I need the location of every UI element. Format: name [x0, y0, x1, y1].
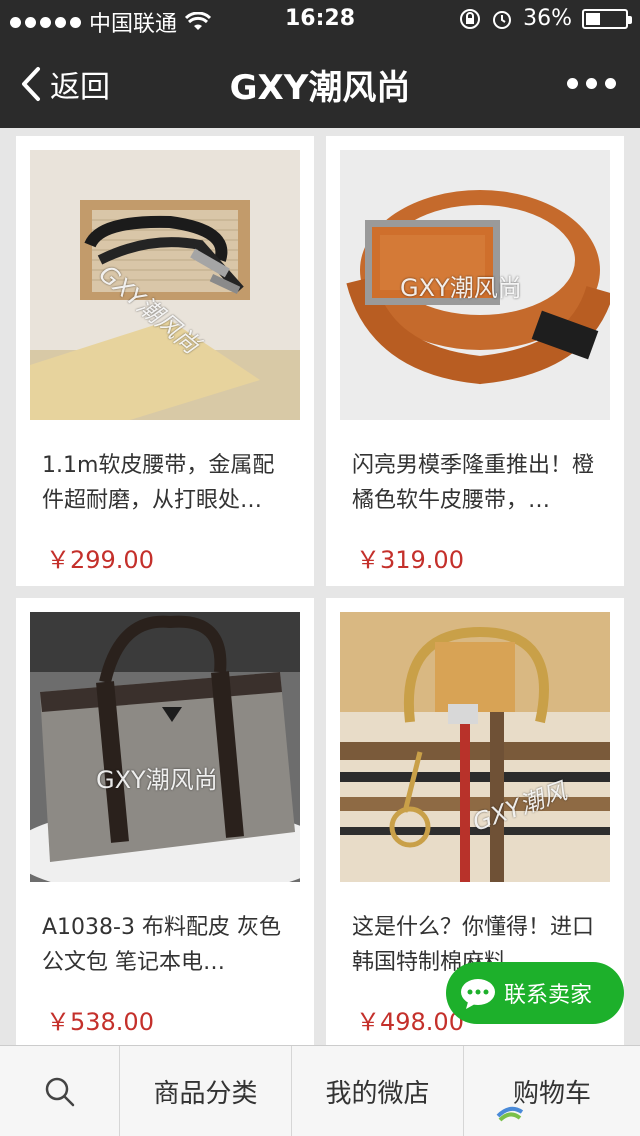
- product-grid: GXY潮风尚 1.1m软皮腰带，金属配件超耐磨，从打眼处… ￥299.00 GX…: [0, 128, 640, 1045]
- contact-seller-label: 联系卖家: [504, 983, 593, 1008]
- more-icon: [567, 78, 578, 89]
- rotation-lock-icon: [460, 8, 481, 29]
- product-image: GXY潮风尚: [340, 150, 610, 420]
- search-icon: [45, 1077, 74, 1106]
- page-title: GXY潮风尚: [229, 68, 411, 108]
- watermark: GXY潮风尚: [400, 274, 522, 302]
- bottom-nav: 商品分类 我的微店 购物车: [0, 1045, 640, 1136]
- product-price: ￥299.00: [46, 546, 154, 574]
- nav-bar: 返回 GXY潮风尚: [0, 40, 640, 128]
- battery-percent: 36%: [523, 6, 572, 31]
- tab-my-store[interactable]: 我的微店: [291, 1046, 463, 1136]
- product-card[interactable]: GXY潮风尚 1.1m软皮腰带，金属配件超耐磨，从打眼处… ￥299.00: [16, 136, 314, 586]
- chat-bubble-icon: [460, 978, 496, 1009]
- alarm-icon: [493, 10, 512, 29]
- status-bar: 中国联通 16:28 36%: [0, 0, 640, 40]
- product-image: GXY潮风尚: [30, 150, 300, 420]
- product-card[interactable]: GXY潮风尚 闪亮男模季隆重推出！橙橘色软牛皮腰带，… ￥319.00: [326, 136, 624, 586]
- tab-cart[interactable]: 购物车: [463, 1046, 640, 1136]
- battery-icon: [582, 8, 632, 29]
- product-image: GXY潮风: [340, 612, 610, 882]
- more-menu-button[interactable]: [567, 78, 616, 89]
- site-logo-watermark: [496, 1102, 524, 1124]
- logo-icon: [496, 1106, 524, 1122]
- product-price: ￥498.00: [356, 1008, 464, 1036]
- product-name: 闪亮男模季隆重推出！橙橘色软牛皮腰带，…: [352, 453, 595, 513]
- product-image: GXY潮风尚: [30, 612, 300, 882]
- product-card[interactable]: GXY潮风尚 A1038-3 布料配皮 灰色 公文包 笔记本电… ￥538.00: [16, 598, 314, 1045]
- tab-search[interactable]: [0, 1046, 119, 1136]
- tab-categories[interactable]: 商品分类: [119, 1046, 291, 1136]
- product-name: A1038-3 布料配皮 灰色 公文包 笔记本电…: [42, 915, 281, 975]
- product-price: ￥319.00: [356, 546, 464, 574]
- watermark: GXY潮风尚: [96, 766, 218, 794]
- product-name: 1.1m软皮腰带，金属配件超耐磨，从打眼处…: [42, 453, 275, 513]
- contact-seller-button[interactable]: 联系卖家: [446, 962, 624, 1024]
- product-price: ￥538.00: [46, 1008, 154, 1036]
